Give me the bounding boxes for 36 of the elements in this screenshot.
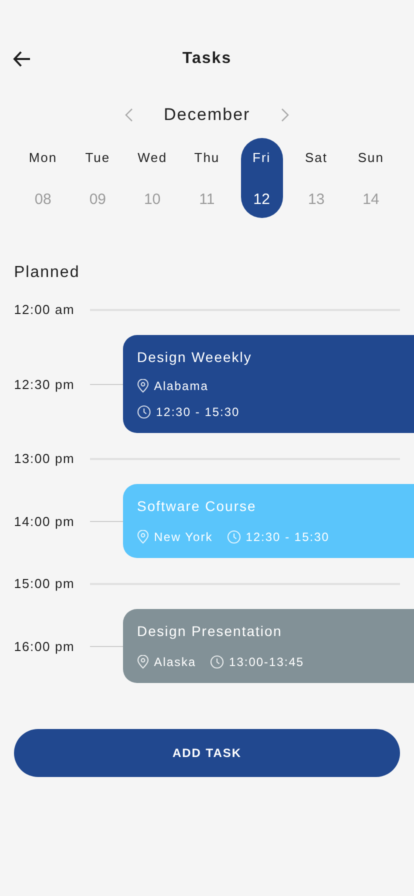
time-label: 16:00 pm xyxy=(13,638,76,654)
day-button[interactable]: Fri 12 xyxy=(240,138,283,218)
day-button[interactable]: Sat 13 xyxy=(295,138,338,218)
day-button[interactable]: Mon 08 xyxy=(22,138,64,218)
location-pin-icon xyxy=(137,379,149,393)
page-title: Tasks xyxy=(182,50,232,68)
task-time: 13:00-13:45 xyxy=(229,655,304,669)
clock-icon xyxy=(210,655,224,669)
time-label: 13:00 pm xyxy=(13,451,76,466)
task-location: New York xyxy=(154,530,213,544)
task-time: 12:30 - 15:30 xyxy=(246,530,330,544)
next-month-button[interactable] xyxy=(280,107,290,123)
task-location: Alabama xyxy=(154,379,208,393)
task-title: Design Presentation xyxy=(137,623,284,639)
back-button[interactable] xyxy=(12,49,32,69)
time-label: 14:00 pm xyxy=(13,514,76,528)
day-button[interactable]: Sun 14 xyxy=(350,138,392,218)
location-pin-icon xyxy=(137,530,149,544)
clock-icon xyxy=(226,530,241,544)
time-label: 12:00 am xyxy=(13,302,76,317)
task-location: Alaska xyxy=(154,655,196,669)
task-title: Software Course xyxy=(137,498,258,514)
time-label: 15:00 pm xyxy=(13,576,76,591)
month-label: December xyxy=(164,105,250,125)
task-card[interactable]: Design Weeekly Alabama 12:30 - 15:30 xyxy=(123,335,414,433)
day-button[interactable]: Tue 09 xyxy=(76,138,119,218)
previous-month-button[interactable] xyxy=(124,107,134,123)
day-button[interactable]: Thu 11 xyxy=(186,138,228,218)
section-title: Planned xyxy=(14,264,81,282)
clock-icon xyxy=(137,405,151,419)
task-title: Design Weeekly xyxy=(137,349,253,365)
add-task-button[interactable]: ADD TASK xyxy=(14,729,400,777)
location-pin-icon xyxy=(137,655,149,669)
task-time: 12:30 - 15:30 xyxy=(156,405,240,419)
day-button[interactable]: Wed 10 xyxy=(131,138,174,218)
time-label: 12:30 pm xyxy=(13,376,76,392)
